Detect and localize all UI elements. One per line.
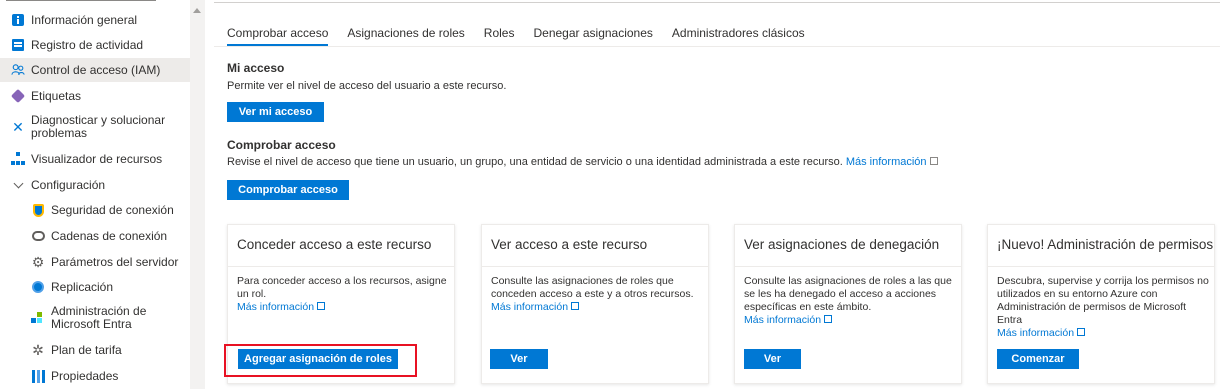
iam-people-icon [11,63,25,77]
divider [228,266,454,267]
sidebar-item-label: Diagnosticar y solucionar problemas [31,113,166,140]
check-access-button[interactable]: Comprobar acceso [227,180,349,200]
sidebar-group-configuracion[interactable]: Configuración [0,177,190,193]
my-access-description: Permite ver el nivel de acceso del usuar… [227,80,507,92]
info-icon [11,13,25,27]
divider [988,266,1214,267]
sidebar-scrollbar[interactable] [190,0,205,389]
card-description: Consulte las asignaciones de roles que c… [491,275,703,314]
check-access-description: Revise el nivel de acceso que tiene un u… [227,156,843,168]
globe-icon [31,280,45,294]
tag-icon [10,88,26,104]
sidebar-item-label: Información general [31,12,138,27]
tab-role-assignments[interactable]: Asignaciones de roles [347,18,464,46]
pricing-gear-icon: ✲ [32,342,44,358]
sidebar-item-resource-visualizer[interactable]: Visualizador de recursos [0,151,190,167]
card-description: Descubra, supervise y corrija los permis… [997,275,1209,340]
sidebar-item-connection-strings[interactable]: Cadenas de conexión [0,228,190,244]
external-link-icon [571,302,580,310]
permissions-management-card: ¡Nuevo! Administración de permisos Descu… [987,224,1215,384]
tab-roles[interactable]: Roles [484,18,515,46]
activity-log-icon [11,38,25,52]
resource-tree-icon [11,152,25,166]
sidebar-item-label: Administración de Microsoft Entra [51,304,147,331]
divider [482,266,708,267]
get-started-button[interactable]: Comenzar [997,349,1079,369]
check-access-description-row: Revise el nivel de acceso que tiene un u… [227,156,938,168]
sidebar-item-label: Propiedades [51,368,119,383]
sidebar-item-activity-log[interactable]: Registro de actividad [0,37,190,53]
sidebar-item-label: Parámetros del servidor [51,254,179,269]
external-link-icon [824,315,833,323]
sidebar-item-overview[interactable]: Información general [0,12,190,28]
sidebar-item-connection-security[interactable]: Seguridad de conexión [0,202,190,218]
sidebar-item-replication[interactable]: Replicación [0,279,190,295]
sidebar-item-entra-admin[interactable]: Administración de Microsoft Entra [0,304,190,332]
card-title: Ver asignaciones de denegación [744,237,940,252]
sidebar-item-label: Configuración [31,177,106,192]
learn-more-link[interactable]: Más información [237,301,449,314]
tab-check-access[interactable]: Comprobar acceso [227,18,329,46]
properties-icon [31,369,45,383]
resource-menu: Información general Registro de activida… [0,0,205,389]
scroll-up-arrow-icon[interactable] [193,8,201,13]
learn-more-link[interactable]: Más información [997,327,1209,340]
sidebar-item-label: Seguridad de conexión [51,202,174,217]
sidebar-item-tags[interactable]: Etiquetas [0,88,190,104]
sidebar-item-label: Replicación [51,279,114,294]
chevron-down-icon [11,178,25,192]
tabs-divider [214,46,1220,47]
sidebar-item-diagnose[interactable]: ✕ Diagnosticar y solucionar problemas [0,113,190,141]
shield-icon [31,203,45,217]
divider [214,2,1220,3]
view-access-card: Ver acceso a este recurso Consulte las a… [481,224,709,384]
card-title: ¡Nuevo! Administración de permisos [997,237,1214,252]
iam-tabs: Comprobar acceso Asignaciones de roles R… [227,18,824,46]
sidebar-item-properties[interactable]: Propiedades [0,368,190,384]
card-title: Conceder acceso a este recurso [237,237,432,252]
check-access-title: Comprobar acceso [227,138,336,152]
card-description: Consulte las asignaciones de roles a las… [744,275,956,327]
sidebar-item-label: Cadenas de conexión [51,228,168,243]
sidebar-item-pricing-tier[interactable]: ✲ Plan de tarifa [0,342,190,358]
my-access-title: Mi acceso [227,61,285,75]
tab-deny-assignments[interactable]: Denegar asignaciones [533,18,652,46]
view-access-button[interactable]: Ver [490,349,548,369]
entra-icon [31,311,45,325]
sidebar-item-label: Visualizador de recursos [31,151,163,166]
view-deny-assignments-button[interactable]: Ver [744,349,801,369]
sidebar-item-label: Control de acceso (IAM) [31,62,161,77]
tab-classic-administrators[interactable]: Administradores clásicos [672,18,805,46]
sidebar-item-server-parameters[interactable]: ⚙ Parámetros del servidor [0,254,190,270]
learn-more-link[interactable]: Más información [744,314,956,327]
external-link-icon [317,302,326,310]
deny-assignments-card: Ver asignaciones de denegación Consulte … [734,224,962,384]
card-description: Para conceder acceso a los recursos, asi… [237,275,449,314]
external-link-icon [1077,328,1086,336]
wrench-icon: ✕ [12,119,24,135]
sidebar-item-label: Registro de actividad [31,37,144,52]
external-link-icon [929,157,938,165]
learn-more-link[interactable]: Más información [491,301,703,314]
sidebar-item-label: Plan de tarifa [51,342,122,357]
card-title: Ver acceso a este recurso [491,237,648,252]
view-my-access-button[interactable]: Ver mi acceso [227,102,324,122]
sidebar-item-iam[interactable]: Control de acceso (IAM) [0,58,190,82]
divider [6,0,156,1]
learn-more-link[interactable]: Más información [846,156,938,168]
divider [735,266,961,267]
connection-chain-icon [31,229,45,243]
gear-icon: ⚙ [31,254,45,270]
sidebar-item-label: Etiquetas [31,88,82,103]
highlight-box [224,344,417,377]
